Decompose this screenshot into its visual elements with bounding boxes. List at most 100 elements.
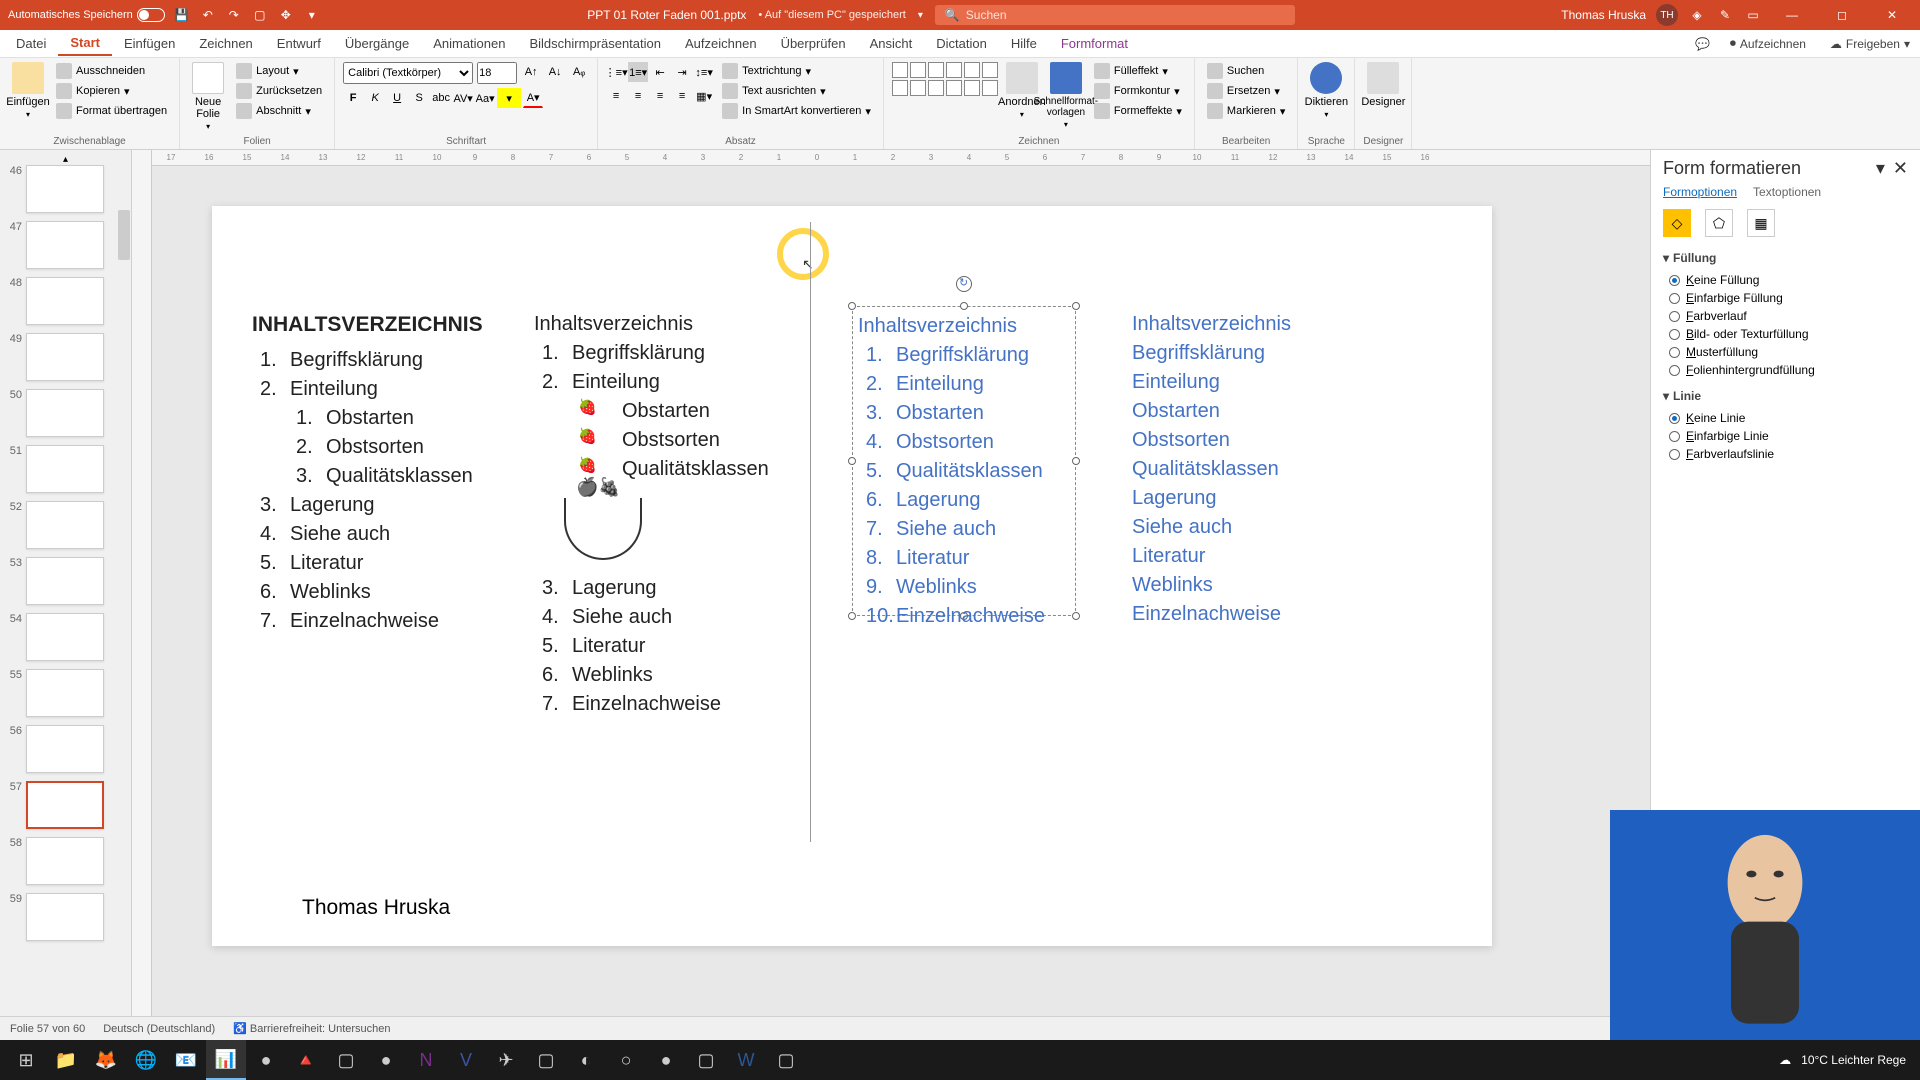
close-button[interactable]: ✕ (1872, 1, 1912, 29)
tab-textoptionen[interactable]: Textoptionen (1753, 185, 1821, 199)
text-direction-button[interactable]: Textrichtung ▾ (718, 62, 875, 80)
align-right-icon[interactable]: ≡ (650, 86, 670, 106)
app-icon-4[interactable]: ▢ (526, 1040, 566, 1080)
fill-opt-1[interactable]: Einfarbige Füllung (1663, 289, 1908, 307)
new-slide-button[interactable]: Neue Folie▾ (188, 62, 228, 131)
outlook-icon[interactable]: 📧 (166, 1040, 206, 1080)
smartart-button[interactable]: In SmartArt konvertieren ▾ (718, 102, 875, 120)
toc-col-1[interactable]: INHALTSVERZEICHNIS Begriffsklärung Einte… (252, 310, 532, 636)
resize-handle-ne[interactable] (1072, 302, 1080, 310)
thumb-57[interactable]: 57 (4, 781, 127, 829)
line-opt-2[interactable]: Farbverlaufslinie (1663, 445, 1908, 463)
resize-handle-w[interactable] (848, 457, 856, 465)
tab-entwurf[interactable]: Entwurf (265, 32, 333, 55)
underline-button[interactable]: U (387, 88, 407, 108)
strike-button[interactable]: abc (431, 88, 451, 108)
size-tab-icon[interactable]: ▦ (1747, 209, 1775, 237)
shadow-button[interactable]: S (409, 88, 429, 108)
pane-close-icon[interactable]: ✕ (1893, 158, 1908, 178)
cloud-icon[interactable]: ◈ (1688, 6, 1706, 24)
spacing-button[interactable]: AV▾ (453, 88, 473, 108)
tab-start[interactable]: Start (58, 31, 112, 56)
justify-icon[interactable]: ≡ (672, 86, 692, 106)
rotate-handle[interactable] (956, 276, 972, 292)
bullets-button[interactable]: ⋮≡▾ (606, 62, 626, 82)
weather-icon[interactable]: ☁ (1779, 1053, 1791, 1067)
fill-opt-5[interactable]: Folienhintergrundfüllung (1663, 361, 1908, 379)
fill-button[interactable]: Fülleffekt ▾ (1090, 62, 1186, 80)
app-icon-3[interactable]: ● (366, 1040, 406, 1080)
app-icon-9[interactable]: ▢ (766, 1040, 806, 1080)
fill-opt-0[interactable]: Keine Füllung (1663, 271, 1908, 289)
redo-icon[interactable]: ↷ (225, 6, 243, 24)
tab-formformat[interactable]: Formformat (1049, 32, 1140, 55)
file-name[interactable]: PPT 01 Roter Faden 001.pptx (587, 8, 746, 22)
effects-button[interactable]: Formeffekte ▾ (1090, 102, 1186, 120)
toc-col-4[interactable]: Inhaltsverzeichnis BegriffsklärungEintei… (1132, 310, 1332, 629)
start-button[interactable]: ⊞ (6, 1040, 46, 1080)
autosave-toggle[interactable]: Automatisches Speichern (8, 8, 165, 22)
record-button[interactable]: ⏺ Aufzeichnen (1724, 34, 1812, 53)
app-icon-8[interactable]: ▢ (686, 1040, 726, 1080)
undo-icon[interactable]: ↶ (199, 6, 217, 24)
thumb-59[interactable]: 59 (4, 893, 127, 941)
italic-button[interactable]: K (365, 88, 385, 108)
touch-icon[interactable]: ✥ (277, 6, 295, 24)
resize-handle-n[interactable] (960, 302, 968, 310)
firefox-icon[interactable]: 🦊 (86, 1040, 126, 1080)
reset-button[interactable]: Zurücksetzen (232, 82, 326, 100)
outline-button[interactable]: Formkontur ▾ (1090, 82, 1186, 100)
fill-opt-3[interactable]: Bild- oder Texturfüllung (1663, 325, 1908, 343)
tab-dictation[interactable]: Dictation (924, 32, 999, 55)
fill-section-header[interactable]: ▾ Füllung (1663, 251, 1908, 265)
thumb-scrollbar[interactable] (118, 210, 130, 260)
tab-datei[interactable]: Datei (4, 32, 58, 55)
fill-opt-2[interactable]: Farbverlauf (1663, 307, 1908, 325)
thumb-56[interactable]: 56 (4, 725, 127, 773)
decrease-indent-icon[interactable]: ⇤ (650, 62, 670, 82)
maximize-button[interactable]: ◻ (1822, 1, 1862, 29)
save-location[interactable]: • Auf "diesem PC" gespeichert (758, 9, 905, 21)
thumb-51[interactable]: 51 (4, 445, 127, 493)
slide-counter[interactable]: Folie 57 von 60 (10, 1023, 85, 1035)
paste-button[interactable]: Einfügen▾ (8, 62, 48, 119)
word-icon[interactable]: W (726, 1040, 766, 1080)
draw-icon[interactable]: ✎ (1716, 6, 1734, 24)
chrome-icon[interactable]: 🌐 (126, 1040, 166, 1080)
thumb-48[interactable]: 48 (4, 277, 127, 325)
thumb-55[interactable]: 55 (4, 669, 127, 717)
slide-canvas[interactable]: ↖ INHALTSVERZEICHNIS Begriffsklärung Ein… (212, 206, 1492, 946)
accessibility[interactable]: ♿ Barrierefreiheit: Untersuchen (233, 1022, 390, 1035)
numbering-button[interactable]: 1≡▾ (628, 62, 648, 82)
tab-aufzeichnen[interactable]: Aufzeichnen (673, 32, 769, 55)
thumb-53[interactable]: 53 (4, 557, 127, 605)
explorer-icon[interactable]: 📁 (46, 1040, 86, 1080)
columns-icon[interactable]: ▦▾ (694, 86, 714, 106)
font-size-input[interactable] (477, 62, 517, 84)
share-button[interactable]: ☁ Freigeben ▾ (1824, 35, 1916, 53)
grow-font-icon[interactable]: A↑ (521, 62, 541, 82)
tab-hilfe[interactable]: Hilfe (999, 32, 1049, 55)
thumb-49[interactable]: 49 (4, 333, 127, 381)
thumb-50[interactable]: 50 (4, 389, 127, 437)
increase-indent-icon[interactable]: ⇥ (672, 62, 692, 82)
line-opt-0[interactable]: Keine Linie (1663, 409, 1908, 427)
text-align-button[interactable]: Text ausrichten ▾ (718, 82, 875, 100)
thumb-46[interactable]: 46 (4, 165, 127, 213)
language[interactable]: Deutsch (Deutschland) (103, 1023, 215, 1035)
save-icon[interactable]: 💾 (173, 6, 191, 24)
app-icon-1[interactable]: ● (246, 1040, 286, 1080)
shrink-font-icon[interactable]: A↓ (545, 62, 565, 82)
tab-animationen[interactable]: Animationen (421, 32, 517, 55)
resize-handle-nw[interactable] (848, 302, 856, 310)
tab-formoptionen[interactable]: Formoptionen (1663, 185, 1737, 199)
powerpoint-icon[interactable]: 📊 (206, 1040, 246, 1080)
format-painter-button[interactable]: Format übertragen (52, 102, 171, 120)
fill-opt-4[interactable]: Musterfüllung (1663, 343, 1908, 361)
tab-einfuegen[interactable]: Einfügen (112, 32, 187, 55)
select-button[interactable]: Markieren ▾ (1203, 102, 1289, 120)
copy-button[interactable]: Kopieren ▾ (52, 82, 171, 100)
align-center-icon[interactable]: ≡ (628, 86, 648, 106)
ribbon-mode-icon[interactable]: ▭ (1744, 6, 1762, 24)
present-icon[interactable]: ▢ (251, 6, 269, 24)
